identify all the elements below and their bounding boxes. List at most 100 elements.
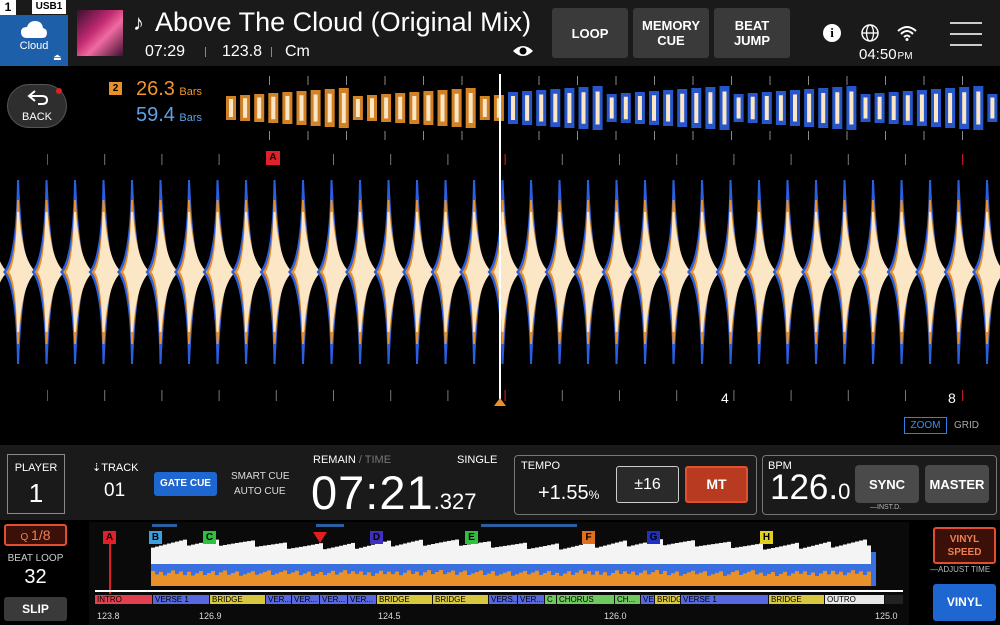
mini-waveform-peak [609, 97, 614, 119]
adjust-time-dash: — [930, 565, 938, 574]
beat-loop-value[interactable]: 32 [4, 566, 67, 589]
overview-peak [223, 570, 227, 586]
wifi-icon[interactable] [897, 25, 917, 41]
overview-peak [291, 572, 295, 586]
mini-beat-tick [307, 131, 309, 140]
overview-peak [763, 549, 767, 564]
phrase-segment: VER... [320, 595, 348, 604]
overview-peak [535, 547, 539, 564]
gate-cue-button[interactable]: GATE CUE [154, 472, 217, 496]
memory-cue-button[interactable]: MEMORY CUE [633, 8, 709, 58]
overview-peak [767, 548, 771, 564]
tempo-range-button[interactable]: ±16 [616, 466, 679, 503]
mini-waveform-peak [750, 96, 755, 120]
beat-tick [619, 390, 620, 401]
overview-peak [795, 571, 799, 586]
loop-button[interactable]: LOOP [552, 8, 628, 58]
album-art [77, 10, 123, 56]
overview-peak [551, 544, 555, 564]
hot-cue-f[interactable]: F [582, 531, 595, 544]
menu-icon[interactable] [950, 22, 982, 46]
mini-beat-tick [769, 131, 771, 140]
hot-cue-h[interactable]: H [760, 531, 773, 544]
header-bpm: 123.8 [222, 43, 263, 60]
hot-cue-e[interactable]: E [465, 531, 478, 544]
master-button[interactable]: MASTER [925, 465, 989, 503]
overview-peak [687, 572, 691, 586]
time-main: 07:21 [311, 466, 434, 519]
globe-icon[interactable] [861, 24, 879, 42]
overview-peak [531, 548, 535, 564]
overview-peak [471, 543, 475, 564]
overview-peak [159, 571, 163, 586]
sync-button[interactable]: SYNC [855, 465, 919, 503]
overview-peak [467, 544, 471, 564]
auto-cue-option[interactable]: AUTO CUE [234, 486, 286, 497]
grid-button[interactable]: GRID [954, 420, 979, 431]
eject-icon[interactable]: ⏏ [53, 53, 63, 62]
hot-cue-c[interactable]: C [203, 531, 216, 544]
mini-beat-tick [577, 131, 578, 140]
overview-peak [287, 573, 291, 586]
overview-loop-region [316, 524, 344, 527]
tempo-change-mark: 123.8 [97, 611, 120, 621]
overview-peak [431, 574, 435, 586]
hot-cue-g[interactable]: G [647, 531, 660, 544]
overview-peak [223, 544, 227, 564]
beat-jump-button[interactable]: BEAT JUMP [714, 8, 790, 58]
mini-waveform-peak [370, 98, 374, 118]
overview-peak [751, 544, 755, 564]
hot-cue-b[interactable]: B [149, 531, 162, 544]
mini-waveform-peak [680, 93, 685, 123]
mini-beat-tick [346, 131, 347, 140]
overview-peak [383, 574, 387, 586]
mini-waveform-peak [736, 97, 741, 119]
overview-peak [351, 571, 355, 586]
hot-cue-marker-a[interactable]: A [266, 151, 280, 165]
overview-peak [423, 545, 427, 564]
bars-primary-unit: Bars [179, 86, 203, 98]
overview-peak [359, 547, 363, 564]
overview-peak [747, 571, 751, 586]
overview-peak [595, 547, 599, 564]
overview-peak [211, 571, 215, 586]
mini-beat-tick [808, 76, 809, 85]
overview-peak [363, 574, 367, 586]
mini-waveform-peak [990, 97, 995, 119]
mini-waveform-peak [835, 92, 840, 124]
quantize-button[interactable]: Q 1/8 [4, 524, 67, 546]
beat-tick [905, 154, 906, 165]
overview-peak [707, 575, 711, 586]
overview-peak [567, 547, 571, 564]
player-number: 1 [28, 478, 44, 508]
vinyl-button[interactable]: VINYL [933, 584, 996, 621]
overview-peak [635, 575, 639, 586]
zoom-button[interactable]: ZOOM [904, 417, 947, 434]
hot-cue-a[interactable]: A [103, 531, 116, 544]
overview-peak [567, 571, 571, 586]
source-badge: USB1 [32, 0, 66, 14]
overview-peak [199, 571, 203, 586]
tempo-label: TEMPO [521, 460, 561, 472]
overview-peak [791, 543, 795, 564]
beat-tick [161, 154, 163, 165]
overview-peak [631, 545, 635, 564]
overview-peak [555, 543, 559, 564]
memory-cue-marker-icon[interactable] [313, 532, 327, 543]
vinyl-speed-button[interactable]: VINYL SPEED [933, 527, 996, 564]
loop-label: LOOP [571, 25, 609, 41]
info-icon[interactable]: i [823, 24, 841, 42]
overview-peak [547, 570, 551, 586]
overview-peak [343, 570, 347, 586]
master-tempo-button[interactable]: MT [685, 466, 748, 503]
hot-cue-d[interactable]: D [370, 531, 383, 544]
overview-peak [215, 575, 219, 586]
mini-waveform-peak [384, 97, 389, 119]
overview-peak [267, 570, 271, 586]
slip-button[interactable]: SLIP [4, 597, 67, 621]
overview-peak [627, 573, 631, 586]
time-display: 07:21.327 [311, 465, 476, 520]
eye-icon[interactable] [512, 44, 534, 58]
smart-cue-option[interactable]: SMART CUE [231, 471, 290, 482]
overview-peak [575, 572, 579, 586]
